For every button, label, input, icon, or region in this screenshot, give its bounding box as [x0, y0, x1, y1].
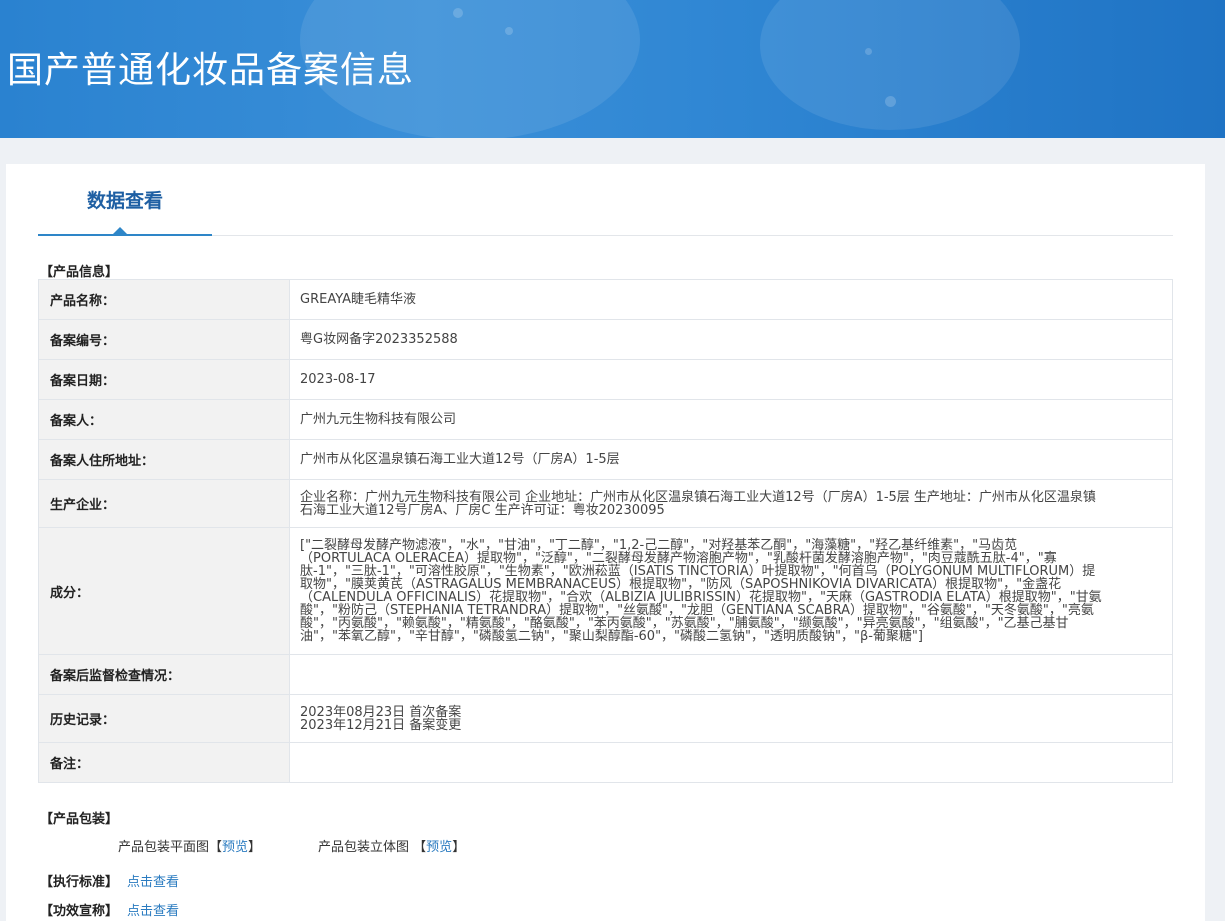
info-label-product-name: 产品名称：: [38, 279, 290, 320]
banner-dot: [865, 48, 872, 55]
tab-label: 数据查看: [86, 189, 163, 212]
info-row-product-name: 产品名称： GREAYA睫毛精华液: [38, 279, 1173, 320]
info-row-filing-number: 备案编号： 粤G妆网备字2023352588: [38, 319, 1173, 360]
info-value-line: 广州九元生物科技有限公司: [300, 412, 457, 427]
packaging-heading: 【产品包装】: [40, 812, 119, 827]
product-info-heading: 【产品信息】: [40, 265, 119, 280]
info-value-line: 2023年08月23日 首次备案: [300, 704, 462, 720]
info-value-line: 油"，"苯氧乙醇"，"辛甘醇"，"磷酸氢二钠"，"聚山梨醇酯-60"，"磷酸二氢…: [300, 629, 923, 644]
info-row-ingredients: 成分： ["二裂酵母发酵产物滤液"，"水"，"甘油"，"丁二醇"，"1,2-己二醇…: [38, 527, 1173, 655]
info-value-line: 粤G妆网备字2023352588: [300, 332, 458, 347]
packaging-solid: 产品包装立体图 【预览】: [318, 836, 465, 855]
packaging-solid-preview-link[interactable]: 预览: [426, 840, 452, 855]
info-row-manufacturer: 生产企业： 企业名称：广州九元生物科技有限公司 企业地址：广州市从化区温泉镇石海工…: [38, 479, 1173, 528]
info-value-post-filing-inspection: [289, 654, 1173, 695]
bracket-open: 【: [209, 840, 223, 855]
info-label-filer-address: 备案人住所地址：: [38, 439, 290, 480]
tab-bar: 数据查看: [38, 164, 1173, 236]
info-value-filer: 广州九元生物科技有限公司: [289, 399, 1173, 440]
tab-caret-icon: [113, 227, 127, 234]
info-value-line: 企业名称：广州九元生物科技有限公司 企业地址：广州市从化区温泉镇石海工业大道12…: [300, 489, 1096, 505]
header-banner: 国产普通化妆品备案信息: [0, 0, 1225, 138]
info-value-filing-number: 粤G妆网备字2023352588: [289, 319, 1173, 360]
info-row-history: 历史记录： 2023年08月23日 首次备案 2023年12月21日 备案变更: [38, 694, 1173, 743]
banner-glow: [760, 0, 1020, 130]
info-row-remarks: 备注：: [38, 742, 1173, 783]
bracket-close: 】: [452, 840, 466, 855]
page-title: 国产普通化妆品备案信息: [7, 50, 415, 91]
info-value-line: 2023-08-17: [300, 372, 376, 387]
standard-heading: 【执行标准】: [40, 875, 119, 890]
packaging-flat-preview-link[interactable]: 预览: [222, 840, 248, 855]
bracket-close: 】: [248, 840, 262, 855]
packaging-flat: 产品包装平面图【预览】: [118, 836, 261, 855]
info-value-line: 2023年12月21日 备案变更: [300, 717, 462, 733]
info-row-filer: 备案人： 广州九元生物科技有限公司: [38, 399, 1173, 440]
banner-dot: [453, 8, 463, 18]
info-value-filing-date: 2023-08-17: [289, 359, 1173, 400]
standard-view-link[interactable]: 点击查看: [127, 871, 179, 890]
efficacy-heading: 【功效宣称】: [40, 904, 119, 919]
info-row-filing-date: 备案日期： 2023-08-17: [38, 359, 1173, 400]
info-value-line: 广州市从化区温泉镇石海工业大道12号（厂房A）1-5层: [300, 452, 620, 467]
content-card: 数据查看 【产品信息】 产品名称： GREAYA睫毛精华液 备案编号： 粤G妆网备字2…: [6, 164, 1205, 921]
info-value-ingredients: ["二裂酵母发酵产物滤液"，"水"，"甘油"，"丁二醇"，"1,2-己二醇"，"…: [289, 527, 1173, 655]
info-label-filing-date: 备案日期：: [38, 359, 290, 400]
banner-dot: [505, 27, 513, 35]
info-value-remarks: [289, 742, 1173, 783]
product-info-table: 产品名称： GREAYA睫毛精华液 备案编号： 粤G妆网备字2023352588 备案日…: [38, 279, 1173, 783]
bracket-open: 【: [413, 840, 427, 855]
info-row-post-filing-inspection: 备案后监督检查情况：: [38, 654, 1173, 695]
tab-data-view[interactable]: 数据查看: [38, 164, 212, 236]
efficacy-view-link[interactable]: 点击查看: [127, 900, 179, 919]
info-value-history: 2023年08月23日 首次备案 2023年12月21日 备案变更: [289, 694, 1173, 743]
info-label-ingredients: 成分：: [38, 527, 290, 655]
info-value-line: GREAYA睫毛精华液: [300, 292, 417, 307]
info-value-product-name: GREAYA睫毛精华液: [289, 279, 1173, 320]
packaging-flat-label: 产品包装平面图: [118, 840, 210, 855]
info-label-post-filing-inspection: 备案后监督检查情况：: [38, 654, 290, 695]
info-label-manufacturer: 生产企业：: [38, 479, 290, 528]
info-row-filer-address: 备案人住所地址： 广州市从化区温泉镇石海工业大道12号（厂房A）1-5层: [38, 439, 1173, 480]
info-label-filer: 备案人：: [38, 399, 290, 440]
banner-dot: [885, 96, 896, 107]
info-label-history: 历史记录：: [38, 694, 290, 743]
packaging-solid-label: 产品包装立体图: [318, 840, 410, 855]
info-value-filer-address: 广州市从化区温泉镇石海工业大道12号（厂房A）1-5层: [289, 439, 1173, 480]
info-label-filing-number: 备案编号：: [38, 319, 290, 360]
info-value-manufacturer: 企业名称：广州九元生物科技有限公司 企业地址：广州市从化区温泉镇石海工业大道12…: [289, 479, 1173, 528]
info-value-line: 石海工业大道12号厂房A、厂房C 生产许可证：粤妆20230095: [300, 502, 665, 518]
info-label-remarks: 备注：: [38, 742, 290, 783]
